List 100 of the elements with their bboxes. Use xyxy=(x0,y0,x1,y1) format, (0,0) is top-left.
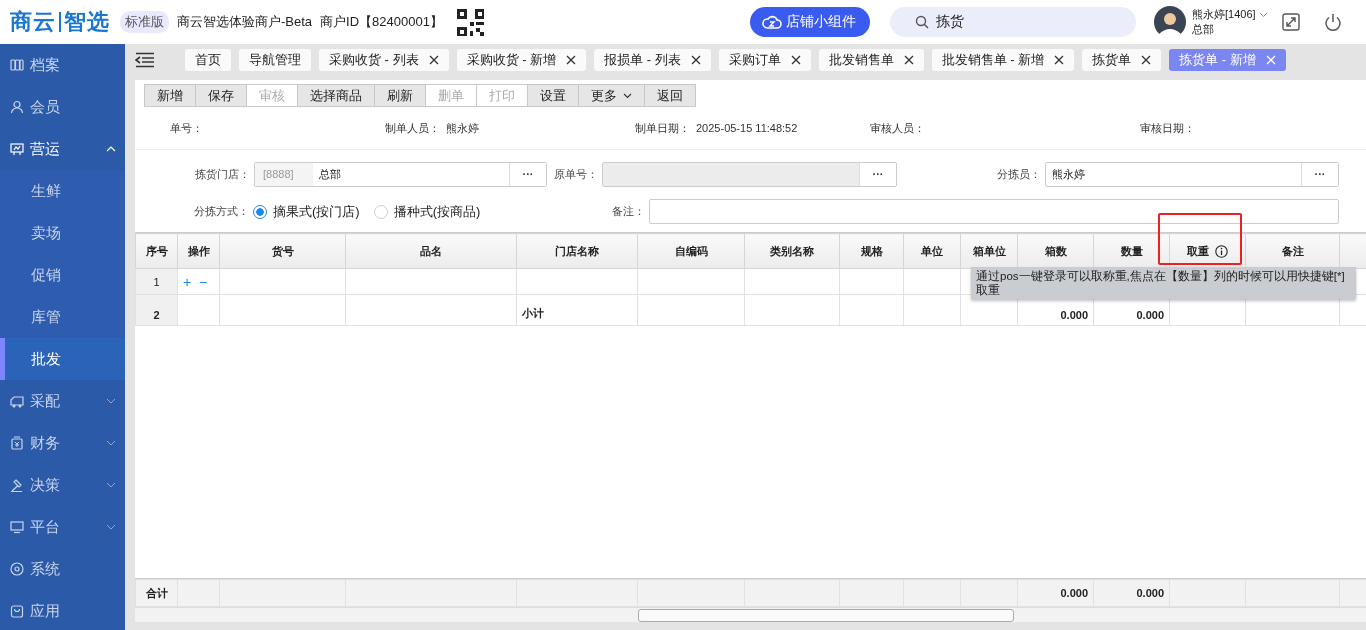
remark-field[interactable] xyxy=(649,199,1339,224)
search-field[interactable]: 拣货 xyxy=(890,7,1136,37)
chart-board-icon xyxy=(10,142,24,156)
logo: 商云 智选 xyxy=(10,8,110,36)
column-header[interactable]: 规格 xyxy=(839,233,904,269)
column-header[interactable]: 操作 xyxy=(177,233,220,269)
search-icon xyxy=(915,15,929,29)
field-value: 2025-05-15 11:48:52 xyxy=(696,121,798,134)
column-header[interactable]: 备注 xyxy=(1245,233,1340,269)
sidebar-item[interactable]: 档案 xyxy=(0,44,125,86)
close-icon xyxy=(566,55,577,65)
user-org: 总部 xyxy=(1192,22,1215,37)
cloud-icon xyxy=(762,14,782,30)
monitor-icon xyxy=(10,520,24,534)
tab[interactable]: 导航管理 xyxy=(239,49,311,71)
sidebar-item[interactable]: 财务 xyxy=(0,422,125,464)
chevron-down-icon xyxy=(106,482,116,488)
field-label: 原单号： xyxy=(554,167,598,182)
chevron-down-icon xyxy=(623,92,632,99)
column-header[interactable]: 品名 xyxy=(345,233,517,269)
tab[interactable]: 报损单 - 列表 xyxy=(594,49,711,71)
column-header[interactable]: 类别名称 xyxy=(744,233,840,269)
column-header[interactable]: 序号 xyxy=(135,233,178,269)
column-header[interactable]: 箱单位 xyxy=(960,233,1018,269)
table-cell: 合计 xyxy=(135,579,178,607)
tab[interactable]: 首页 xyxy=(185,49,231,71)
wallet-icon xyxy=(10,436,24,450)
tab[interactable]: 采购收货 - 列表 xyxy=(319,49,449,71)
merchant-name: 商云智选体验商户-Beta xyxy=(177,13,313,31)
close-icon xyxy=(790,55,801,65)
lookup-field[interactable]: 熊永婷 ··· xyxy=(1045,162,1339,187)
field-label: 分拣方式： xyxy=(194,204,249,219)
info-icon xyxy=(1215,244,1228,258)
field-label: 制单人员： xyxy=(385,121,440,134)
qr-code-icon xyxy=(456,8,484,36)
table-cell: 0.000 xyxy=(1017,579,1094,607)
field-label: 审核日期： xyxy=(1140,121,1195,134)
tab[interactable]: 拣货单 xyxy=(1082,49,1162,71)
sidebar-item[interactable]: 平台 xyxy=(0,506,125,548)
toolbar-button[interactable]: 保存 xyxy=(195,84,247,107)
radio-option[interactable]: 播种式(按商品) xyxy=(373,202,481,221)
lookup-field[interactable]: [8888] 总部 ··· xyxy=(254,162,547,187)
tab[interactable]: 批发销售单 xyxy=(818,49,924,71)
toolbar-button[interactable]: 更多 xyxy=(578,84,645,107)
toolbar-button[interactable]: 设置 xyxy=(527,84,579,107)
scrollbar-thumb[interactable] xyxy=(638,609,1014,622)
sidebar-subitem[interactable]: 促销 xyxy=(0,254,125,296)
sidebar-subitem[interactable]: 卖场 xyxy=(0,212,125,254)
radio-option[interactable]: 摘果式(按门店) xyxy=(253,202,360,221)
field-label: 分拣员： xyxy=(997,167,1041,182)
chevron-down-icon xyxy=(106,524,116,530)
avatar-icon xyxy=(1154,6,1186,38)
tab[interactable]: 采购订单 xyxy=(718,49,811,71)
sidebar-item[interactable]: 营运 xyxy=(0,128,125,170)
row-actions[interactable]: + − xyxy=(177,268,220,295)
chevron-down-icon xyxy=(106,440,116,446)
bag-icon xyxy=(10,604,24,618)
toolbar-button[interactable]: 选择商品 xyxy=(297,84,375,107)
column-header[interactable]: 货号 xyxy=(219,233,346,269)
menu-collapse-icon xyxy=(135,52,155,68)
sidebar-subitem[interactable]: 生鲜 xyxy=(0,170,125,212)
field-label: 审核人员： xyxy=(870,121,925,134)
cabinet-icon xyxy=(10,58,24,72)
close-icon xyxy=(690,55,701,65)
tooltip: 通过pos一键登录可以取称重,焦点在【数量】列的时候可以用快捷键[*]取重 xyxy=(971,267,1356,299)
sidebar-item[interactable]: 会员 xyxy=(0,86,125,128)
close-icon xyxy=(428,55,439,65)
field-label: 单号： xyxy=(170,121,203,134)
sidebar-item[interactable]: 决策 xyxy=(0,464,125,506)
field-label: 拣货门店： xyxy=(195,167,250,182)
table-cell: 1 xyxy=(135,268,178,295)
sidebar-subitem[interactable]: 库管 xyxy=(0,296,125,338)
table-cell: 0.000 xyxy=(1093,579,1170,607)
sidebar-item[interactable]: 应用 xyxy=(0,590,125,630)
field-label: 制单日期： xyxy=(635,121,690,134)
truck-icon xyxy=(10,394,24,408)
toolbar-button[interactable]: 返回 xyxy=(644,84,696,107)
column-header[interactable]: 单位 xyxy=(903,233,961,269)
sidebar-item[interactable]: 系统 xyxy=(0,548,125,590)
sidebar-item[interactable]: 采配 xyxy=(0,380,125,422)
power-icon xyxy=(1324,13,1342,31)
gavel-icon xyxy=(10,478,24,492)
user-name[interactable]: 熊永婷[1406] xyxy=(1192,7,1282,22)
disc-icon xyxy=(10,562,24,576)
chevron-up-icon xyxy=(106,146,116,152)
column-header[interactable]: 门店名称 xyxy=(516,233,638,269)
sidebar-subitem[interactable]: 批发 xyxy=(0,338,125,380)
toolbar-button[interactable]: 刷新 xyxy=(374,84,426,107)
column-header[interactable]: 自编码 xyxy=(637,233,745,269)
close-icon xyxy=(1265,55,1276,65)
expand-icon xyxy=(1282,13,1300,31)
column-header[interactable]: 箱数 xyxy=(1017,233,1094,269)
tab[interactable]: 采购收货 - 新增 xyxy=(456,49,587,71)
toolbar-button[interactable]: 新增 xyxy=(144,84,196,107)
close-icon xyxy=(903,55,914,65)
close-icon xyxy=(1141,55,1152,65)
widget-button[interactable]: 店铺小组件 xyxy=(750,7,870,37)
chevron-down-icon xyxy=(106,398,116,404)
field-label: 备注： xyxy=(612,204,645,219)
tab[interactable]: 批发销售单 - 新增 xyxy=(931,49,1075,71)
